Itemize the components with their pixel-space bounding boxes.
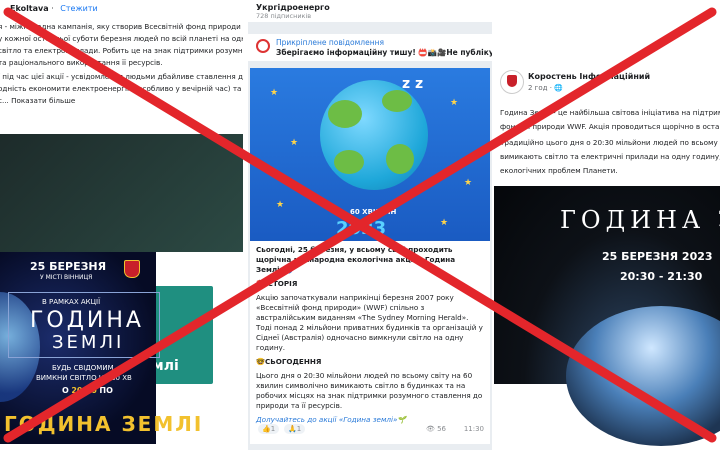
today-text: Цього дня о 20:30 мільйони людей по всьо… xyxy=(256,371,483,410)
text-line: світло та електроприлади. Робить це на з… xyxy=(0,46,243,55)
pinned-text: Зберігаємо інформаційну тишу! 📛📸🎥Не публ… xyxy=(276,48,492,57)
poster-title-2: ЗЕМЛІ xyxy=(52,332,125,353)
city-crest-icon xyxy=(124,260,140,278)
history-heading: 📚ІСТОРІЯ xyxy=(256,279,298,288)
sleeping-earth-icon xyxy=(320,80,428,190)
poster-title-1: ГОДИНА xyxy=(30,308,144,333)
author-name[interactable]: Ekoltava xyxy=(10,4,49,13)
text-line: одність економити електроенергію (особли… xyxy=(0,84,243,93)
channel-header[interactable]: Укргідроенерго 728 підписників xyxy=(248,0,492,22)
post-text: я - міжнародна кампанія, яку створив Все… xyxy=(0,22,243,94)
star-icon: ★ xyxy=(290,138,299,148)
post-text: Година Землі - це найбільша світова ініц… xyxy=(492,104,720,176)
sleep-zz: z z xyxy=(402,76,424,92)
subscriber-count: 728 підписників xyxy=(256,12,312,20)
follow-button[interactable]: Стежити xyxy=(60,4,97,13)
text-line: Традиційно цього дня о 20:30 мільйони лю… xyxy=(500,138,720,147)
poster-line-3-suffix: ПО xyxy=(99,386,113,395)
poster-line-3: О 20:30 ПО xyxy=(62,386,113,395)
star-icon: ★ xyxy=(440,218,449,228)
no-photo-icon xyxy=(256,39,270,53)
post-header: Ekoltava · Стежити xyxy=(10,4,98,13)
pinned-label: Прикріплене повідомлення xyxy=(276,38,385,47)
telegram-post: Укргідроенерго 728 підписників Прикріпле… xyxy=(248,0,492,450)
text-line: фондом природи WWF. Акція проводиться що… xyxy=(500,122,720,131)
star-icon: ★ xyxy=(276,200,285,210)
text-line: ї під час цієї акції - усвідомлення людь… xyxy=(0,72,243,81)
star-icon: ★ xyxy=(270,88,279,98)
reaction-pray[interactable]: 🙏1 xyxy=(284,424,306,434)
message-body: Сьогодні, 25 березня, у всьому світі про… xyxy=(250,241,490,444)
text-line: екологічних проблем Планети. xyxy=(500,166,618,175)
poster-line-3-prefix: О xyxy=(62,386,69,395)
message-intro: Сьогодні, 25 березня, у всьому світі про… xyxy=(256,245,456,274)
poster-intro: В РАМКАХ АКЦІЇ xyxy=(42,298,101,306)
poster-bottom-title: ГОДИНА ЗЕМЛІ xyxy=(4,412,204,436)
text-line: Година Землі - це найбільша світова ініц… xyxy=(500,108,720,117)
post-image-night-earth[interactable]: ГОДИНА ЗЕМ 25 БЕРЕЗНЯ 2023 20:30 - 21:30 xyxy=(494,186,720,446)
history-text: Акцію започаткували наприкінці березня 2… xyxy=(256,293,483,352)
text-line: вимикають світло та електричні прилади н… xyxy=(500,152,720,161)
star-icon: ★ xyxy=(464,178,473,188)
star-icon: ★ xyxy=(450,98,459,108)
poster-city: У МІСТІ ВІННИЦЯ xyxy=(40,274,93,281)
image-title: ГОДИНА ЗЕМ xyxy=(560,206,720,234)
image-date: 25 БЕРЕЗНЯ 2023 xyxy=(602,250,713,263)
show-more-link[interactable]: с... Показати більше xyxy=(0,96,243,105)
image-year: 2023 xyxy=(336,218,387,239)
post-image-poster[interactable]: 25 БЕРЕЗНЯ У МІСТІ ВІННИЦЯ В РАМКАХ АКЦІ… xyxy=(0,252,201,444)
pinned-message[interactable]: Прикріплене повідомлення Зберігаємо інфо… xyxy=(248,34,492,61)
message-footer: 👍1 🙏1 👁 56 11:30 xyxy=(250,420,490,438)
poster-line-1: БУДЬ СВІДОМИМ - xyxy=(52,364,119,372)
page-name[interactable]: Коростень Інформаційний xyxy=(528,72,650,81)
post-image-earth[interactable]: ★ ★ ★ ★ ★ ★ z z 60 ХВИЛИН 2023 xyxy=(250,68,490,241)
text-line: та раціонального використання її ресурсі… xyxy=(0,58,163,67)
post-meta[interactable]: 2 год · 🌐 xyxy=(528,84,563,92)
reaction-like[interactable]: 👍1 xyxy=(258,424,280,434)
text-line: я - міжнародна кампанія, яку створив Все… xyxy=(0,22,243,31)
post-header: Коростень Інформаційний 2 год · 🌐 xyxy=(492,64,720,104)
earth-icon xyxy=(566,306,720,446)
today-heading: 🤓СЬОГОДЕННЯ xyxy=(256,357,322,366)
post-korosten: Коростень Інформаційний 2 год · 🌐 Година… xyxy=(492,64,720,450)
image-minutes: 60 ХВИЛИН xyxy=(350,208,397,216)
view-count: 👁 56 xyxy=(425,425,446,433)
poster-line-2: ВИМКНИ СВІТЛО НА 60 ХВ xyxy=(36,374,132,382)
poster-date: 25 БЕРЕЗНЯ xyxy=(30,260,107,273)
message-time: 11:30 xyxy=(463,425,484,433)
poster-time: 20:30 xyxy=(71,386,97,395)
post-image-bulbs[interactable]: Вимкніть світло Година Землі xyxy=(0,134,243,384)
channel-name: Укргідроенерго xyxy=(256,3,330,12)
post-ekoltava: Ekoltava · Стежити я - міжнародна кампан… xyxy=(0,0,243,450)
image-hours: 20:30 - 21:30 xyxy=(620,270,703,283)
text-line: у кожної останньої суботи березня людей … xyxy=(0,34,243,43)
page-logo-icon[interactable] xyxy=(500,70,524,94)
